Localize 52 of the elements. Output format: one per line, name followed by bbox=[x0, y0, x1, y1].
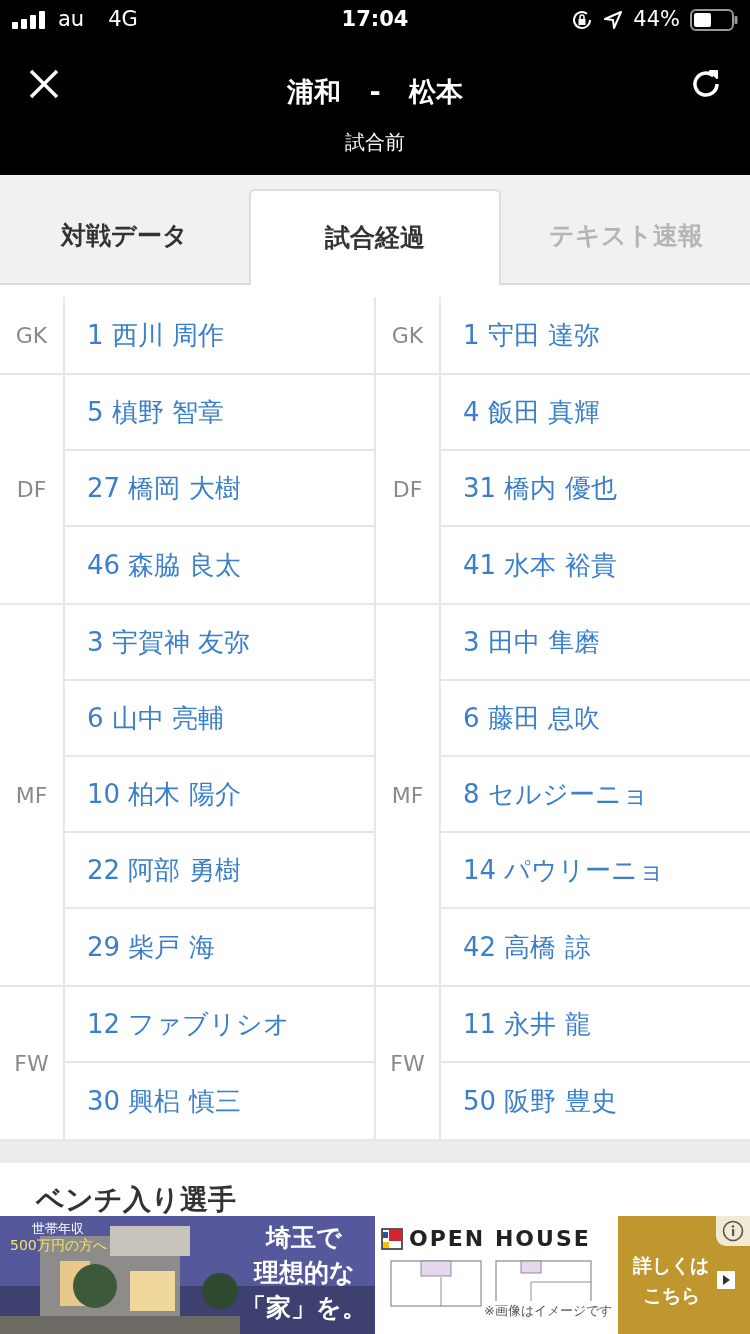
battery-icon bbox=[690, 9, 738, 31]
player-name[interactable]: 31 橋内 優也 bbox=[441, 451, 750, 527]
tab[interactable]: 対戦データ bbox=[0, 189, 249, 283]
battery-percent: 44% bbox=[633, 6, 680, 34]
position-cell: MF bbox=[0, 605, 65, 985]
close-icon bbox=[28, 68, 60, 100]
rotation-lock-icon bbox=[571, 9, 594, 31]
position-cell: MF bbox=[376, 605, 441, 985]
player-name[interactable]: 3 田中 隼磨 bbox=[441, 605, 750, 681]
player-name[interactable]: 50 阪野 豊史 bbox=[441, 1063, 750, 1139]
info-icon bbox=[722, 1220, 744, 1242]
player-name[interactable]: 4 飯田 真輝 bbox=[441, 375, 750, 451]
brand-logo-icon bbox=[381, 1227, 403, 1250]
signal-icon bbox=[12, 11, 48, 29]
location-arrow-icon bbox=[603, 10, 624, 30]
ad-badge-highlight: 500万円の方へ bbox=[10, 1237, 107, 1254]
player-name[interactable]: 6 藤田 息吹 bbox=[441, 681, 750, 757]
ad-cta-text[interactable]: 詳しくは bbox=[633, 1250, 709, 1280]
ad-headline: 理想的な bbox=[253, 1257, 355, 1289]
player-name[interactable]: 8 セルジーニョ bbox=[441, 757, 750, 833]
player-name[interactable]: 41 水本 裕貴 bbox=[441, 527, 750, 603]
player-name[interactable]: 29 柴戸 海 bbox=[65, 909, 374, 985]
play-icon bbox=[717, 1271, 735, 1289]
section-heading: ベンチ入り選手 bbox=[36, 1183, 236, 1216]
position-cell: FW bbox=[0, 987, 65, 1139]
away-team: 松本 bbox=[408, 75, 463, 109]
position-cell: DF bbox=[376, 375, 441, 603]
ad-note: ※画像はイメージです bbox=[484, 1301, 612, 1321]
ad-brand: OPEN HOUSE bbox=[409, 1225, 591, 1253]
player-name[interactable]: 46 森脇 良太 bbox=[65, 527, 374, 603]
position-cell: GK bbox=[0, 297, 65, 373]
ad-cta-text[interactable]: こちら bbox=[642, 1280, 700, 1310]
player-name[interactable]: 30 興梠 慎三 bbox=[65, 1063, 374, 1139]
ad-headline: 埼玉で bbox=[266, 1222, 342, 1254]
player-name[interactable]: 14 パウリーニョ bbox=[441, 833, 750, 909]
carrier: au bbox=[58, 6, 85, 34]
position-cell: GK bbox=[376, 297, 441, 373]
home-team: 浦和 bbox=[287, 75, 342, 109]
player-name[interactable]: 42 高橋 諒 bbox=[441, 909, 750, 985]
ad-info-button[interactable] bbox=[716, 1216, 750, 1246]
match-status: 試合前 bbox=[345, 128, 405, 156]
player-name[interactable]: 1 西川 周作 bbox=[65, 297, 374, 373]
ad-headline: 「家」を。 bbox=[241, 1292, 367, 1324]
tab[interactable]: 試合経過 bbox=[248, 189, 502, 285]
player-name[interactable]: 1 守田 達弥 bbox=[441, 297, 750, 373]
network-type: 4G bbox=[108, 6, 138, 34]
position-cell: DF bbox=[0, 375, 65, 603]
clock: 17:04 bbox=[341, 6, 409, 34]
ad-badge-text: 世帯年収 bbox=[32, 1220, 85, 1237]
position-cell: FW bbox=[376, 987, 441, 1139]
score-separator: - bbox=[369, 75, 381, 109]
player-name[interactable]: 11 永井 龍 bbox=[441, 987, 750, 1063]
